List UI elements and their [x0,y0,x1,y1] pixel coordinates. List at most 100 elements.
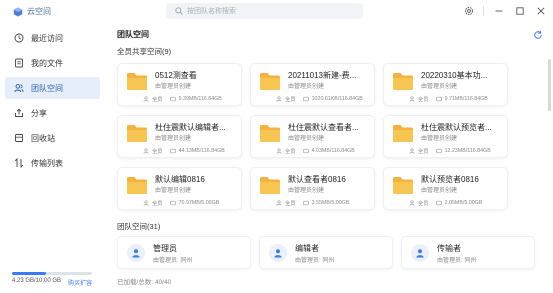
storage-bar [12,272,92,275]
sidebar-item-share[interactable]: 分享 [5,102,100,124]
folder-icon [393,73,413,90]
space-card[interactable]: 0512测查看 由管理员创建 全员 9.39MB/116.84GB [117,63,242,106]
sidebar-item-label: 回收站 [31,133,55,143]
sidebar-item-transfer[interactable]: 传输列表 [5,152,100,174]
maximize-icon[interactable] [514,5,526,17]
member-creator: 由管理员: 同州 [153,258,193,264]
minimize-icon[interactable] [493,5,505,17]
space-meta: 全员 70.97MB/5.00GB [143,199,219,207]
space-creator: 由管理员创建 [155,136,192,142]
folder-icon [260,177,280,194]
space-usage: 2.05MB/5.00GB [444,200,483,206]
space-name: 默认查看者0816 [288,175,346,184]
storage-text: 4.23 GB/10.00 GB [12,278,62,284]
space-card[interactable]: 20211013新建-费... 由管理员创建 全员 1020.61KB/116.84G… [250,63,375,106]
sidebar-item-label: 团队空间 [31,83,63,93]
storage-icon [302,148,309,154]
space-meta: 全员 44.13MB/116.84GB [143,147,225,155]
share-icon [14,108,24,118]
team-space-icon [14,83,24,93]
user-avatar-icon [411,244,429,262]
storage-icon [435,96,442,102]
user-avatar-icon [269,244,287,262]
transfer-icon [14,158,24,168]
sidebar-item-trash[interactable]: 回收站 [5,127,100,149]
space-meta: 全员 1020.61KB/116.84GB [276,95,363,103]
space-permission: 全员 [285,97,296,103]
space-permission: 全员 [285,201,296,207]
member-role: 编辑者 [295,244,319,253]
space-creator: 由管理员创建 [421,188,458,194]
space-usage: 70.97MB/5.00GB [178,200,220,206]
trash-icon [14,133,24,143]
search-box[interactable] [166,3,363,19]
member-creator: 由管理员: 同州 [437,258,477,264]
folder-icon [260,73,280,90]
space-permission: 全员 [152,97,163,103]
folder-icon [127,177,147,194]
storage-icon [169,148,176,154]
buy-expansion-link[interactable]: 购买扩容 [68,278,92,287]
space-name: 默认编辑0816 [155,175,205,184]
member-role: 传输者 [437,244,461,253]
window-controls [454,5,547,17]
space-usage: 3.55MB/5.00GB [311,200,350,206]
folder-icon [127,73,147,90]
sidebar-item-label: 我的文件 [31,58,63,68]
members-icon [276,96,282,102]
space-meta: 全员 12.23MB/116.84GB [409,147,491,155]
user-avatar-icon [127,244,145,262]
space-meta: 全员 2.05MB/5.00GB [409,199,482,207]
space-usage: 12.23MB/116.84GB [444,148,491,154]
refresh-icon[interactable] [533,30,543,40]
close-icon[interactable] [535,5,547,17]
space-card[interactable]: 默认编辑0816 由管理员创建 全员 70.97MB/5.00GB [117,167,242,210]
members-icon [143,148,149,154]
folder-icon [393,177,413,194]
space-permission: 全员 [152,201,163,207]
members-icon [143,200,149,206]
member-card-editor[interactable]: 编辑者 由管理员: 同州 [259,236,393,269]
space-usage: 9.71MB/116.84GB [444,96,488,102]
members-icon [409,96,415,102]
sidebar-item-label: 分享 [31,108,47,118]
search-input[interactable] [187,4,357,18]
page-title: 团队空间 [117,30,149,39]
member-card-admin[interactable]: 管理员 由管理员: 同州 [117,236,251,269]
space-permission: 全员 [285,149,296,155]
folder-icon [127,125,147,142]
settings-gear-icon[interactable] [463,5,475,17]
storage-icon [302,96,309,102]
space-name: 杜住震默认预览者... [421,123,492,132]
file-icon [14,58,24,68]
sidebar-item-recent[interactable]: 最近访问 [5,27,100,49]
members-icon [409,148,415,154]
member-card-transfer[interactable]: 传输者 由管理员: 同州 [401,236,535,269]
space-permission: 全员 [418,97,429,103]
space-usage: 4.03MB/116.84GB [311,148,355,154]
space-name: 20220310基本功... [421,71,488,80]
space-card[interactable]: 杜住震默认查看者... 由管理员创建 全员 4.03MB/116.84GB [250,115,375,158]
space-meta: 全员 4.03MB/116.84GB [276,147,355,155]
sidebar-item-team-space[interactable]: 团队空间 [5,77,100,99]
loaded-count: 已加载/总数: 40/40 [117,279,172,286]
space-card[interactable]: 默认查看者0816 由管理员创建 全员 3.55MB/5.00GB [250,167,375,210]
space-card[interactable]: 杜住震默认预览者... 由管理员创建全员 12.23MB/116.84GB [383,115,508,158]
members-icon [143,96,149,102]
cloud-logo-icon [13,7,23,16]
storage-icon [435,200,442,206]
space-name: 默认预览者0816 [421,175,479,184]
space-card[interactable]: 默认预览者0816 由管理员创建 全员 2.05MB/5.00GB [383,167,508,210]
space-creator: 由管理员创建 [421,136,458,142]
sidebar: 最近访问 我的文件 团队空间 分享 回收站 传输列表 4.23 GB/10.00… [0,23,107,293]
team-section-title: 团队空间(31) [117,222,161,231]
storage-icon [435,148,442,154]
sidebar-item-label: 传输列表 [31,158,63,168]
space-card[interactable]: 杜住震默认编辑者... 由管理员创建 全员 44.13MB/116.84GB [117,115,242,158]
space-meta: 全员 9.71MB/116.84GB [409,95,488,103]
scrollbar[interactable] [548,59,551,111]
sidebar-item-my-files[interactable]: 我的文件 [5,52,100,74]
space-permission: 全员 [418,201,429,207]
space-card[interactable]: 20220310基本功... 由管理员创建 全员 9.71MB/116.84GB [383,63,508,106]
space-creator: 由管理员创建 [288,84,325,90]
